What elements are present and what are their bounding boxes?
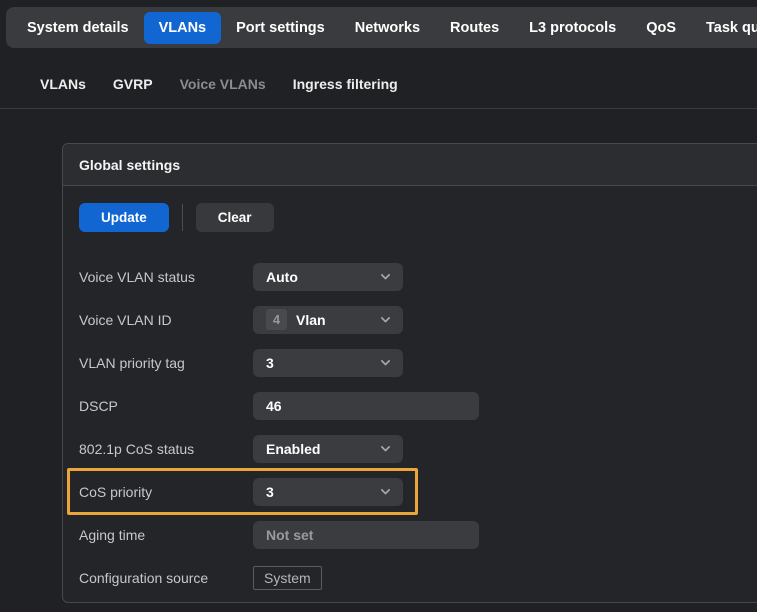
- row-configuration-source: Configuration source System: [79, 556, 745, 599]
- configuration-source-value: System: [253, 566, 322, 590]
- chevron-down-icon: [379, 356, 392, 369]
- nav-tab-l3-protocols[interactable]: L3 protocols: [514, 12, 631, 44]
- chevron-down-icon: [379, 270, 392, 283]
- row-aging-time: Aging time: [79, 513, 745, 556]
- update-button[interactable]: Update: [79, 203, 169, 232]
- subnav-divider: [0, 108, 757, 109]
- field-label: DSCP: [79, 398, 253, 414]
- panel-header: Global settings: [63, 144, 757, 186]
- aging-time-input[interactable]: [253, 521, 479, 549]
- panel-title: Global settings: [79, 157, 180, 173]
- row-voice-vlan-id: Voice VLAN ID 4 Vlan: [79, 298, 745, 341]
- vlan-id-badge: 4: [266, 309, 287, 330]
- subnav-tab-ingress-filtering[interactable]: Ingress filtering: [293, 76, 398, 92]
- nav-tab-vlans[interactable]: VLANs: [144, 12, 222, 44]
- field-label: CoS priority: [79, 484, 253, 500]
- row-voice-vlan-status: Voice VLAN status Auto: [79, 255, 745, 298]
- row-dscp: DSCP: [79, 384, 745, 427]
- select-value: Vlan: [296, 312, 326, 328]
- chevron-down-icon: [379, 313, 392, 326]
- nav-tab-task-queue[interactable]: Task queue: [691, 12, 757, 44]
- subnav-tab-vlans[interactable]: VLANs: [40, 76, 86, 92]
- action-buttons-row: Update Clear: [79, 204, 745, 231]
- dscp-input[interactable]: [253, 392, 479, 420]
- field-label: Configuration source: [79, 570, 253, 586]
- select-value: Auto: [266, 269, 298, 285]
- voice-vlan-status-select[interactable]: Auto: [253, 263, 403, 291]
- nav-tab-port-settings[interactable]: Port settings: [221, 12, 340, 44]
- nav-tab-system-details[interactable]: System details: [12, 12, 144, 44]
- row-cos-status: 802.1p CoS status Enabled: [79, 427, 745, 470]
- subnav: VLANs GVRP Voice VLANs Ingress filtering: [40, 76, 398, 92]
- top-navbar: System details VLANs Port settings Netwo…: [6, 7, 757, 48]
- cos-priority-select[interactable]: 3: [253, 478, 403, 506]
- field-label: Voice VLAN ID: [79, 312, 253, 328]
- cos-status-select[interactable]: Enabled: [253, 435, 403, 463]
- field-label: Voice VLAN status: [79, 269, 253, 285]
- select-value: 3: [266, 355, 274, 371]
- nav-tab-qos[interactable]: QoS: [631, 12, 691, 44]
- select-value: 3: [266, 484, 274, 500]
- field-label: Aging time: [79, 527, 253, 543]
- nav-tab-routes[interactable]: Routes: [435, 12, 514, 44]
- vlan-priority-tag-select[interactable]: 3: [253, 349, 403, 377]
- chevron-down-icon: [379, 485, 392, 498]
- global-settings-panel: Global settings Update Clear Voice VLAN …: [62, 143, 757, 603]
- nav-tab-networks[interactable]: Networks: [340, 12, 435, 44]
- subnav-tab-gvrp[interactable]: GVRP: [113, 76, 153, 92]
- select-value: Enabled: [266, 441, 320, 457]
- field-label: 802.1p CoS status: [79, 441, 253, 457]
- voice-vlan-id-select[interactable]: 4 Vlan: [253, 306, 403, 334]
- panel-body: Update Clear Voice VLAN status Auto Voic…: [63, 186, 757, 599]
- chevron-down-icon: [379, 442, 392, 455]
- row-vlan-priority-tag: VLAN priority tag 3: [79, 341, 745, 384]
- row-cos-priority: CoS priority 3: [79, 470, 745, 513]
- field-label: VLAN priority tag: [79, 355, 253, 371]
- subnav-tab-voice-vlans[interactable]: Voice VLANs: [180, 76, 266, 92]
- clear-button[interactable]: Clear: [196, 203, 274, 232]
- button-separator: [182, 204, 183, 231]
